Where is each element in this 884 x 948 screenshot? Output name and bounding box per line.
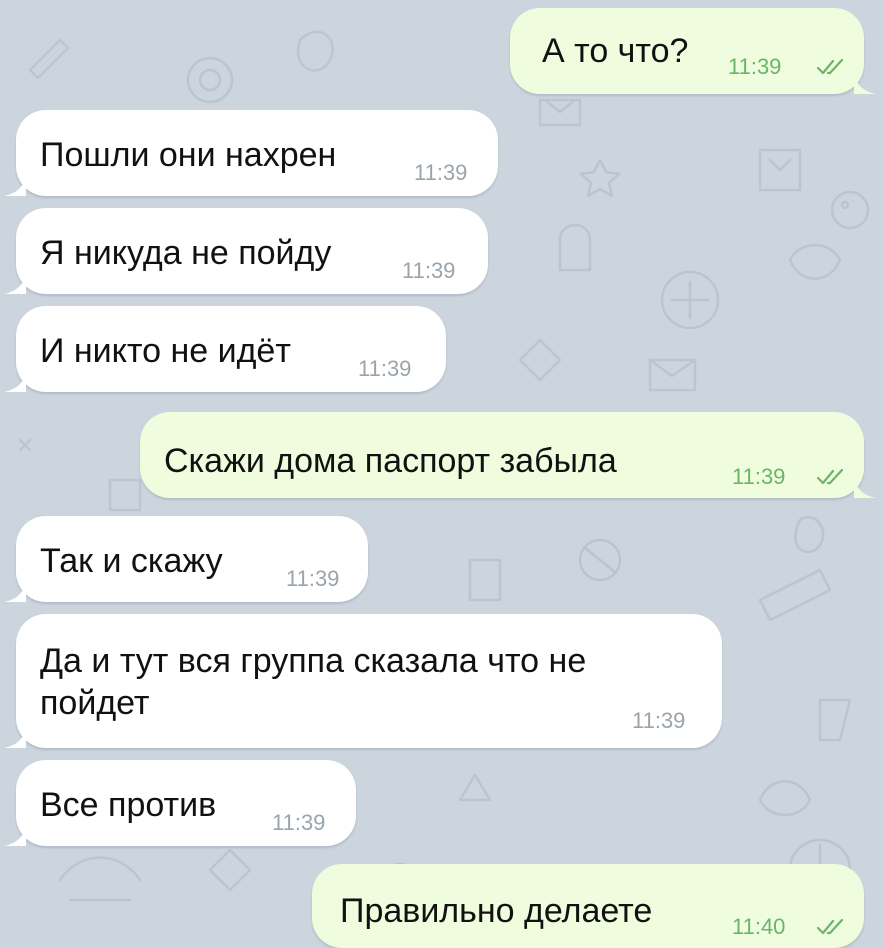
message-text: Я никуда не пойду: [40, 234, 332, 272]
incoming-message[interactable]: Так и скажу 11:39: [4, 516, 368, 602]
bubble-tail: [854, 476, 876, 498]
incoming-message[interactable]: Да и тут вся группа сказала что не пойде…: [4, 614, 722, 748]
message-time: 11:40: [732, 914, 786, 939]
bubble-tail: [4, 824, 26, 846]
message-time: 11:39: [286, 566, 340, 591]
message-text: Правильно делаете: [340, 892, 653, 930]
message-text-line-1: Да и тут вся группа сказала что не: [40, 642, 587, 680]
bubble-tail: [854, 72, 876, 94]
message-text-line-2: пойдет: [40, 684, 150, 722]
incoming-message[interactable]: Пошли они нахрен 11:39: [4, 110, 498, 196]
incoming-message[interactable]: И никто не идёт 11:39: [4, 306, 446, 392]
double-check-icon: [816, 58, 844, 75]
message-time: 11:39: [402, 258, 456, 283]
bubble-tail: [4, 580, 26, 602]
message-text: Все против: [40, 786, 217, 824]
bubble-tail: [4, 370, 26, 392]
bubble-tail: [4, 272, 26, 294]
message-text: Пошли они нахрен: [40, 136, 337, 174]
message-time: 11:39: [632, 708, 686, 733]
message-time: 11:39: [358, 356, 412, 381]
bubble-tail: [4, 726, 26, 748]
chat-area[interactable]: А то что? 11:39 Пошли они нахрен 11:39 Я…: [0, 0, 884, 948]
incoming-message[interactable]: Я никуда не пойду 11:39: [4, 208, 488, 294]
double-check-icon: [816, 468, 844, 485]
outgoing-message[interactable]: Скажи дома паспорт забыла 11:39: [140, 412, 876, 498]
message-time: 11:39: [732, 464, 786, 489]
message-time: 11:39: [414, 160, 468, 185]
message-text: И никто не идёт: [40, 332, 291, 370]
message-time: 11:39: [728, 54, 782, 79]
incoming-message[interactable]: Все против 11:39: [4, 760, 356, 846]
message-text: Так и скажу: [40, 542, 223, 580]
outgoing-message[interactable]: А то что? 11:39: [510, 8, 876, 94]
bubble-tail: [4, 174, 26, 196]
double-check-icon: [816, 918, 844, 935]
outgoing-message[interactable]: Правильно делаете 11:40: [312, 864, 864, 948]
message-time: 11:39: [272, 810, 326, 835]
message-text: Скажи дома паспорт забыла: [164, 442, 617, 480]
message-text: А то что?: [542, 32, 689, 70]
